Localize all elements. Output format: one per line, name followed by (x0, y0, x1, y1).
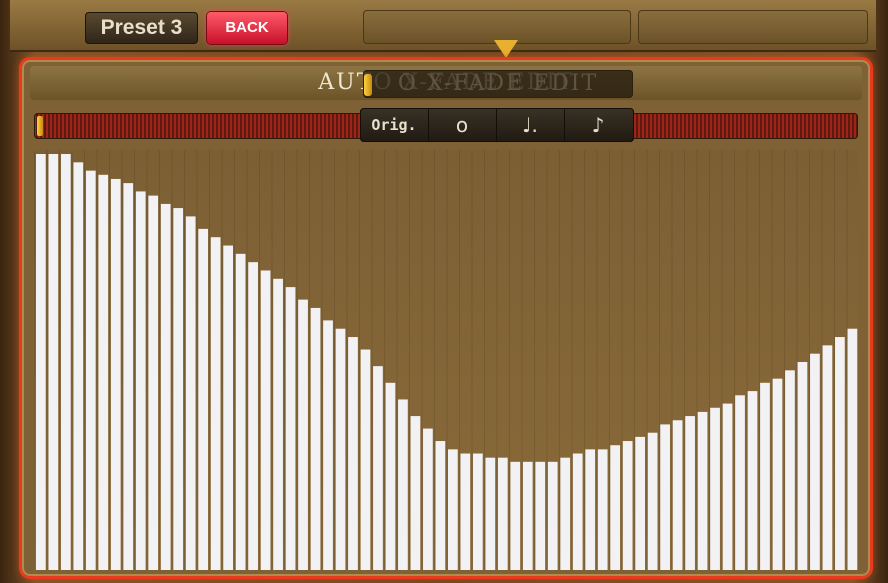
xfade-bar[interactable] (348, 337, 358, 570)
xfade-bar[interactable] (85, 170, 96, 570)
xfade-bar[interactable] (98, 174, 109, 570)
orig-button[interactable]: Orig. (360, 108, 429, 142)
xfade-bar[interactable] (847, 328, 858, 570)
xfade-bar[interactable] (298, 299, 308, 570)
xfade-bar[interactable] (110, 178, 121, 570)
xfade-bar-graph[interactable] (34, 150, 858, 570)
xfade-bar[interactable] (273, 278, 283, 570)
xfade-bar[interactable] (560, 457, 571, 570)
xfade-bar[interactable] (747, 391, 758, 570)
eighth-note-button[interactable]: ♪ (564, 108, 632, 142)
xfade-bar[interactable] (435, 441, 446, 570)
down-arrow-icon (494, 40, 518, 58)
xfade-bar[interactable] (398, 399, 408, 570)
xfade-bar[interactable] (672, 420, 683, 570)
title-overlay-text: O X-FADE EDIT (397, 71, 599, 96)
xfade-bar[interactable] (485, 457, 496, 570)
whole-note-button[interactable]: o (428, 108, 497, 142)
xfade-bar[interactable] (285, 287, 296, 570)
xfade-bar[interactable] (722, 403, 733, 570)
xfade-bar[interactable] (260, 270, 271, 570)
xfade-bar[interactable] (410, 416, 421, 570)
xfade-bar[interactable] (223, 245, 234, 570)
xfade-bar[interactable] (460, 453, 471, 570)
xfade-bar[interactable] (36, 154, 46, 570)
xfade-bar[interactable] (835, 337, 845, 570)
xfade-bar[interactable] (123, 183, 134, 570)
xfade-bar[interactable] (572, 453, 583, 570)
xfade-bar[interactable] (423, 428, 433, 570)
xfade-bar[interactable] (510, 461, 521, 570)
xfade-bar[interactable] (535, 461, 546, 570)
xfade-bar[interactable] (785, 370, 795, 570)
xfade-bar[interactable] (198, 228, 209, 570)
toolbar-slot (638, 10, 868, 44)
xfade-bar[interactable] (760, 382, 770, 570)
toolbar-slot (363, 10, 631, 44)
xfade-bar[interactable] (660, 424, 670, 570)
xfade-bar[interactable] (323, 320, 333, 570)
xfade-curve-editor[interactable] (34, 150, 858, 570)
xfade-bar[interactable] (235, 253, 246, 570)
dotted-quarter-button[interactable]: ♩. (496, 108, 565, 142)
xfade-bar[interactable] (210, 237, 221, 570)
xfade-bar[interactable] (248, 262, 258, 570)
xfade-bar[interactable] (335, 328, 346, 570)
xfade-bar[interactable] (60, 154, 71, 570)
xfade-bar[interactable] (797, 362, 808, 570)
preset-display[interactable]: Preset 3 (85, 12, 198, 44)
xfade-bar[interactable] (622, 441, 633, 570)
xfade-bar[interactable] (685, 416, 695, 570)
xfade-bar[interactable] (148, 195, 159, 570)
xfade-bar[interactable] (185, 216, 196, 570)
xfade-bar[interactable] (772, 378, 783, 570)
note-length-buttons: Orig. o ♩. ♪ (360, 108, 634, 142)
xfade-bar[interactable] (385, 382, 396, 570)
xfade-bar[interactable] (522, 461, 533, 570)
xfade-bar[interactable] (472, 453, 483, 570)
xfade-bar[interactable] (73, 162, 84, 570)
xfade-bar[interactable] (635, 436, 646, 570)
xfade-bar[interactable] (547, 461, 558, 570)
xfade-bar[interactable] (810, 353, 820, 570)
xfade-bar[interactable] (647, 432, 658, 570)
xfade-bar[interactable] (448, 449, 458, 570)
xfade-bar[interactable] (585, 449, 596, 570)
xfade-bar[interactable] (697, 411, 708, 570)
xfade-bar[interactable] (373, 366, 383, 570)
xfade-bar[interactable] (597, 449, 608, 570)
title-overlay-field[interactable]: O X-FADE EDIT (363, 70, 633, 98)
title-slider-handle[interactable] (364, 74, 372, 96)
xfade-bar[interactable] (173, 208, 184, 570)
strip-handle[interactable] (37, 116, 43, 136)
xfade-bar[interactable] (48, 154, 59, 570)
xfade-bar[interactable] (310, 307, 321, 570)
whole-note-icon: o (455, 113, 469, 137)
xfade-bar[interactable] (135, 191, 146, 570)
xfade-bar[interactable] (610, 445, 621, 570)
back-button[interactable]: BACK (207, 12, 287, 44)
xfade-bar[interactable] (497, 457, 508, 570)
xfade-bar[interactable] (710, 407, 720, 570)
xfade-bar[interactable] (160, 203, 171, 570)
xfade-bar[interactable] (360, 349, 371, 570)
xfade-bar[interactable] (735, 395, 745, 570)
xfade-bar[interactable] (822, 345, 833, 570)
